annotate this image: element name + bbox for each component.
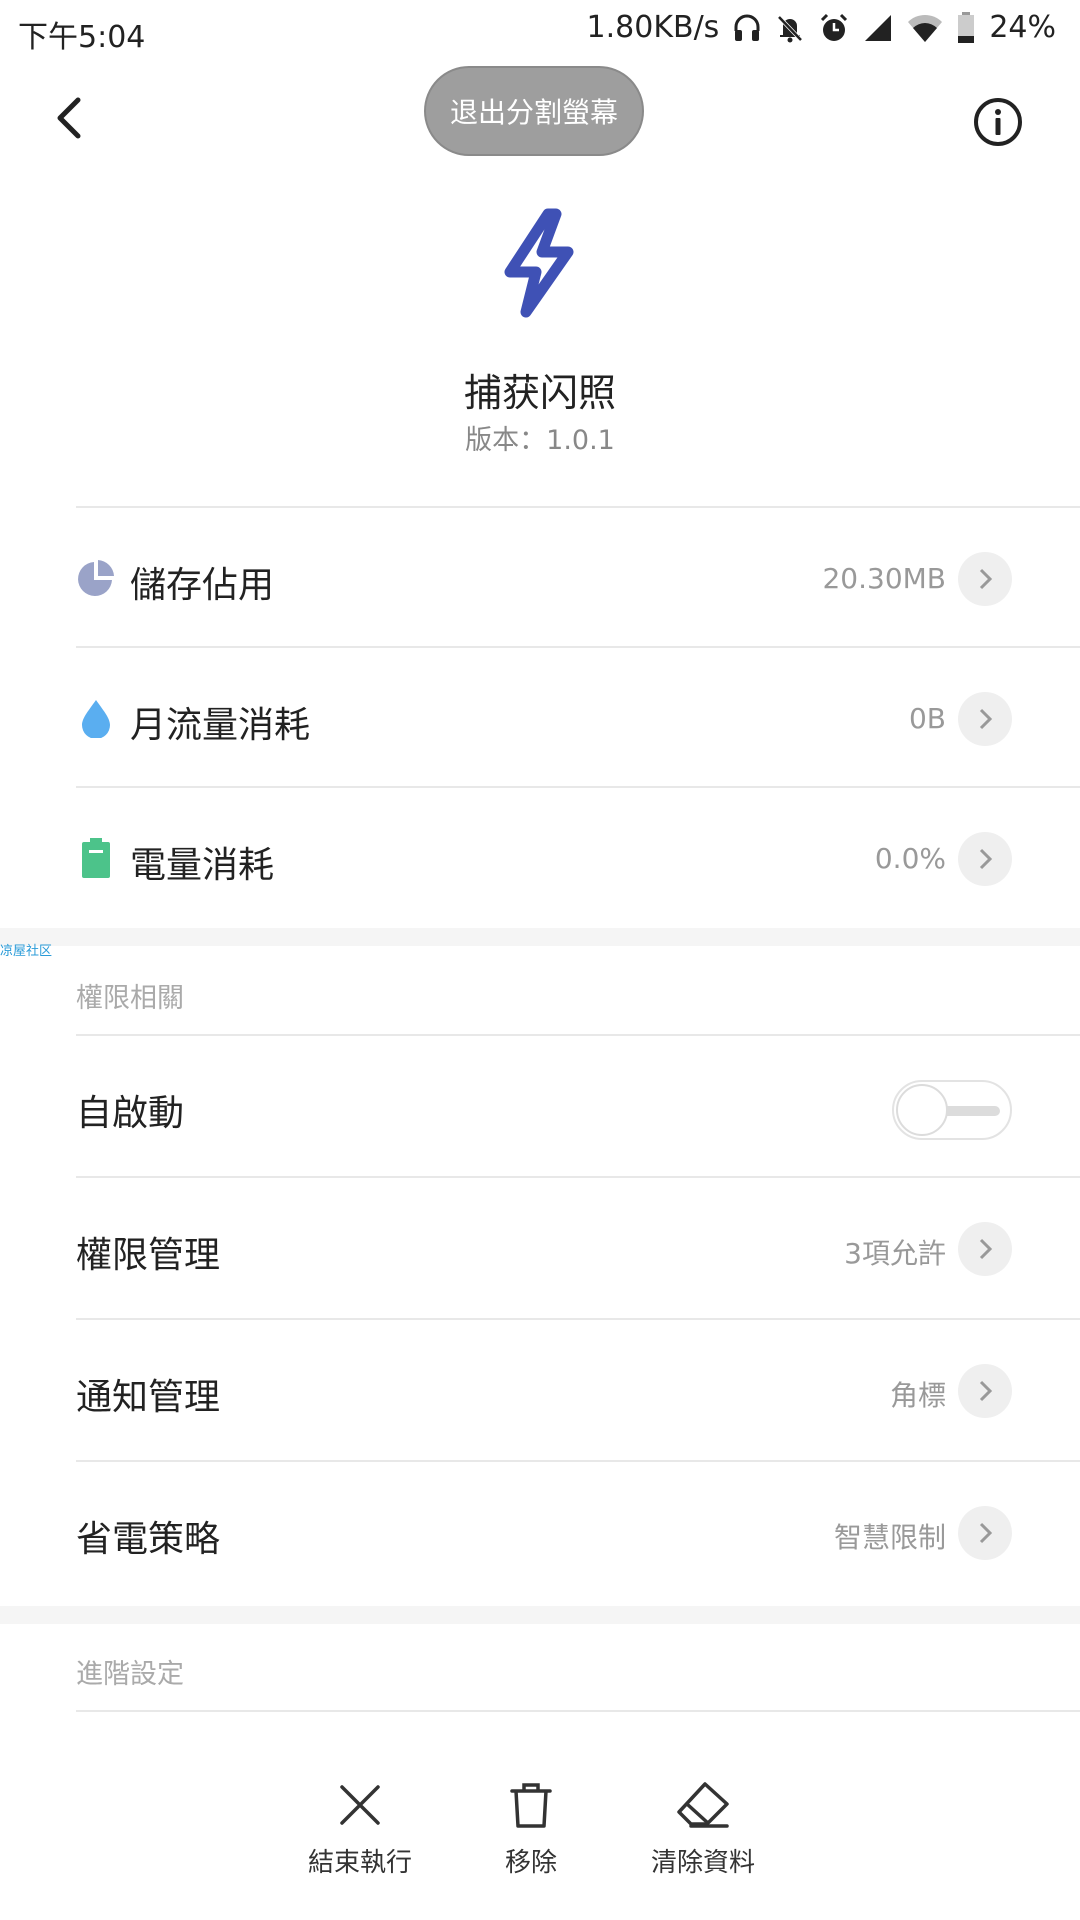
trash-icon: [510, 1783, 552, 1828]
force-stop-button[interactable]: 結束執行: [270, 1760, 450, 1879]
divider: [76, 1710, 1080, 1712]
data-usage-chevron-button[interactable]: [958, 692, 1012, 746]
permission-manage-row[interactable]: 權限管理 3項允許: [0, 1178, 1080, 1318]
headphones-icon: [734, 14, 760, 41]
app-name: 捕获闪照: [463, 371, 616, 415]
app-icon: [488, 208, 588, 318]
battery-usage-label: 電量消耗: [130, 845, 275, 886]
data-usage-value: 0B: [908, 702, 946, 735]
status-icons: 1.80KB/s 24%: [587, 10, 1056, 45]
permission-manage-chevron-button[interactable]: [958, 1222, 1012, 1276]
notification-manage-label: 通知管理: [76, 1377, 221, 1418]
exit-split-screen-button[interactable]: 退出分割螢幕: [424, 66, 644, 156]
power-saving-value: 智慧限制: [833, 1521, 946, 1554]
storage-chevron-button[interactable]: [958, 552, 1012, 606]
autostart-label: 自啟動: [76, 1093, 185, 1134]
wifi-icon: [908, 14, 943, 42]
alarm-icon: [821, 13, 848, 41]
battery-icon: [82, 838, 110, 878]
net-speed: 1.80KB/s: [586, 10, 720, 45]
section-gap: [0, 928, 1080, 946]
chevron-right-icon: [979, 1380, 993, 1402]
info-icon: [974, 98, 1022, 146]
status-time: 下午5:04: [18, 20, 146, 55]
notification-manage-value: 角標: [889, 1379, 946, 1412]
storage-row[interactable]: 儲存佔用 20.30MB: [0, 508, 1080, 648]
app-version: 版本：1.0.1: [465, 425, 615, 456]
bottom-action-bar: 結束執行 移除 清除資料: [0, 1760, 1080, 1920]
permission-manage-label: 權限管理: [76, 1235, 221, 1276]
uninstall-label: 移除: [504, 1848, 557, 1878]
storage-label: 儲存佔用: [130, 565, 275, 606]
section-title-advanced: 進階設定: [76, 1659, 184, 1690]
uninstall-button[interactable]: 移除: [441, 1760, 621, 1879]
notification-manage-row[interactable]: 通知管理 角標: [0, 1320, 1080, 1460]
power-saving-chevron-button[interactable]: [958, 1506, 1012, 1560]
chevron-left-icon: [57, 97, 81, 139]
battery-usage-row[interactable]: 電量消耗 0.0%: [0, 788, 1080, 928]
power-saving-row[interactable]: 省電策略 智慧限制: [0, 1462, 1080, 1602]
storage-value: 20.30MB: [822, 562, 946, 595]
battery-usage-chevron-button[interactable]: [958, 832, 1012, 886]
chevron-right-icon: [979, 848, 993, 870]
battery-percent: 24%: [989, 10, 1056, 45]
section-title-permissions: 權限相關: [76, 983, 184, 1014]
autostart-toggle[interactable]: [892, 1080, 1012, 1140]
section-gap: [0, 1606, 1080, 1624]
chevron-right-icon: [979, 708, 993, 730]
power-saving-label: 省電策略: [76, 1519, 221, 1560]
water-drop-icon: [82, 700, 110, 738]
clear-data-label: 清除資料: [650, 1848, 755, 1878]
info-button[interactable]: [972, 96, 1024, 148]
force-stop-label: 結束執行: [307, 1848, 412, 1878]
watermark: 凉屋社区: [0, 944, 53, 959]
eraser-icon: [677, 1782, 729, 1828]
permission-manage-value: 3項允許: [844, 1237, 946, 1270]
clear-data-button[interactable]: 清除資料: [613, 1760, 793, 1879]
back-button[interactable]: [44, 90, 100, 146]
battery-icon: [958, 11, 975, 43]
autostart-row[interactable]: 自啟動: [0, 1036, 1080, 1176]
notification-manage-chevron-button[interactable]: [958, 1364, 1012, 1418]
close-icon: [340, 1785, 380, 1825]
battery-usage-value: 0.0%: [874, 842, 946, 875]
bell-off-icon: [777, 15, 803, 42]
lightning-bolt-icon: [504, 208, 574, 318]
data-usage-label: 月流量消耗: [130, 705, 311, 746]
toggle-knob: [896, 1084, 948, 1136]
status-bar: 下午5:04 1.80KB/s 24%: [0, 0, 1080, 64]
chevron-right-icon: [979, 1522, 993, 1544]
signal-icon: [865, 14, 892, 41]
pie-chart-icon: [78, 560, 114, 596]
chevron-right-icon: [979, 568, 993, 590]
chevron-right-icon: [979, 1238, 993, 1260]
data-usage-row[interactable]: 月流量消耗 0B: [0, 648, 1080, 788]
